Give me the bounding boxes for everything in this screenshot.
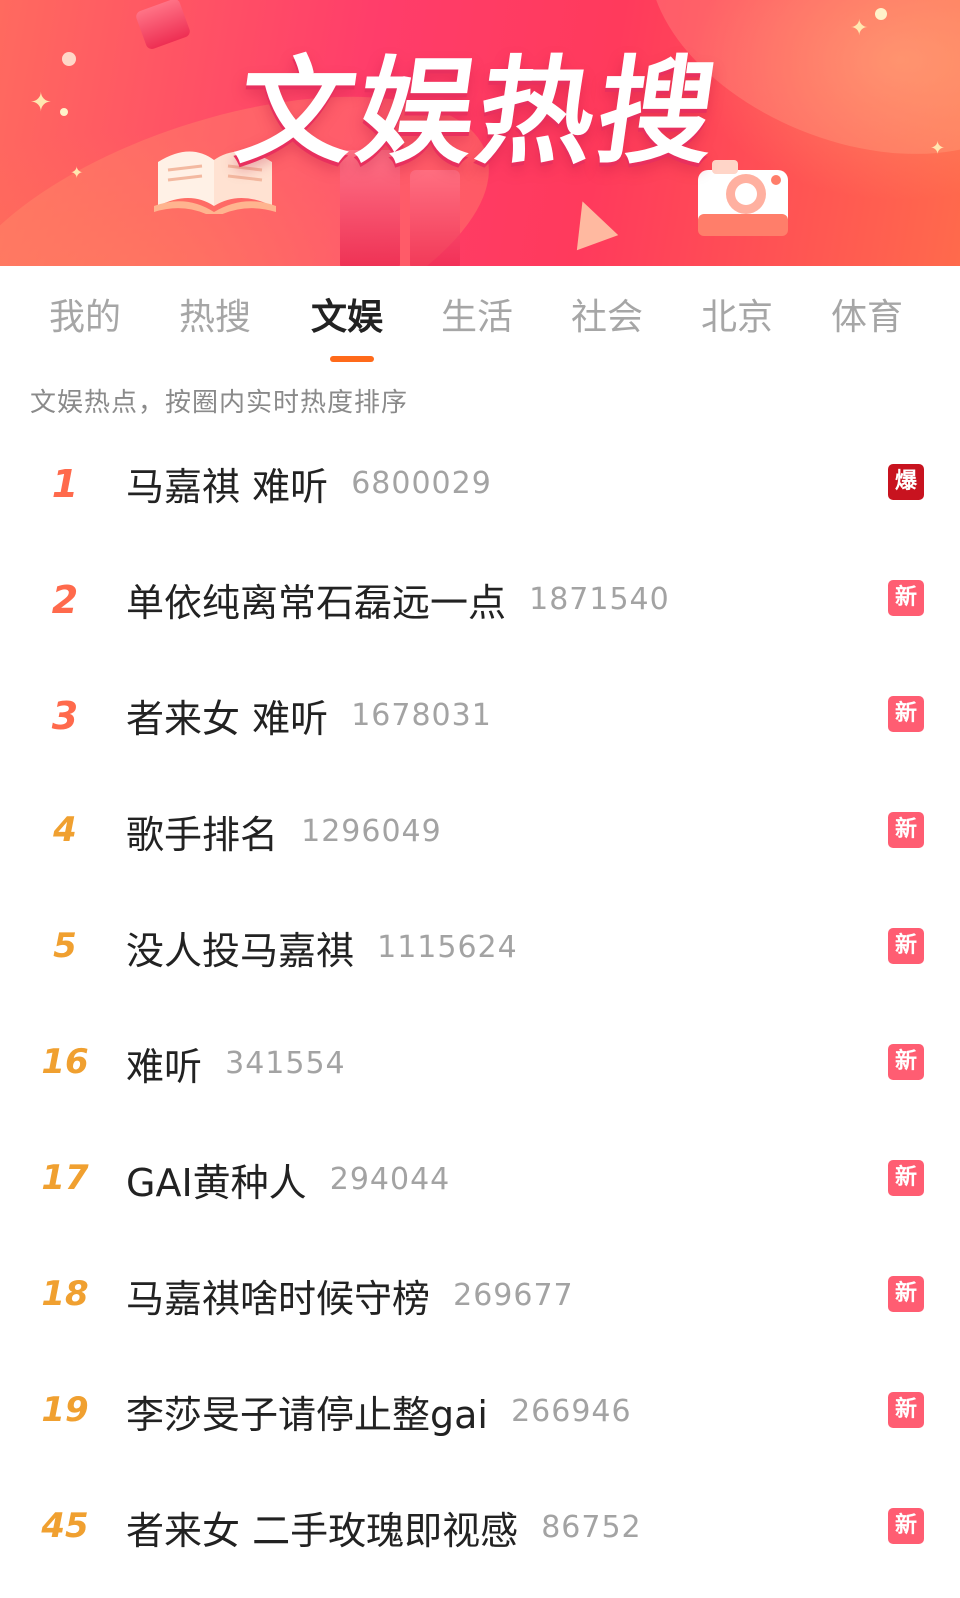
- list-item[interactable]: 2 单依纯离常石磊远一点 1871540 新: [0, 550, 960, 666]
- item-title-wrap: 者来女 难听 1678031: [126, 688, 492, 743]
- item-title-wrap: 没人投马嘉祺 1115624: [126, 920, 518, 975]
- item-title-wrap: 李莎旻子请停止整gai 266946: [126, 1384, 632, 1439]
- list-item[interactable]: 4 歌手排名 1296049 新: [0, 782, 960, 898]
- rank-number: 1: [51, 462, 79, 506]
- item-title[interactable]: 没人投马嘉祺: [126, 929, 354, 973]
- item-title[interactable]: 难听: [126, 1045, 202, 1089]
- rank-number: 19: [41, 1390, 89, 1430]
- new-badge: 新: [888, 1044, 924, 1080]
- cone-decoration: [561, 193, 619, 251]
- list-item[interactable]: 5 没人投马嘉祺 1115624 新: [0, 898, 960, 1014]
- item-title-wrap: 歌手排名 1296049: [126, 804, 442, 859]
- rank-number: 17: [41, 1158, 89, 1198]
- heat-value: 6800029: [351, 466, 492, 501]
- heat-value: 266946: [511, 1394, 632, 1429]
- heat-value: 1871540: [529, 582, 670, 617]
- new-badge: 新: [888, 580, 924, 616]
- list-item[interactable]: 19 李莎旻子请停止整gai 266946 新: [0, 1362, 960, 1478]
- active-tab-indicator: [330, 356, 374, 362]
- heat-value: 269677: [453, 1278, 574, 1313]
- rank-number: 45: [41, 1506, 89, 1546]
- item-title-wrap: GAI黄种人 294044: [126, 1152, 450, 1207]
- list-item[interactable]: 17 GAI黄种人 294044 新: [0, 1130, 960, 1246]
- item-title-wrap: 难听 341554: [126, 1036, 346, 1091]
- new-badge: 新: [888, 812, 924, 848]
- heat-value: 294044: [329, 1162, 451, 1197]
- item-title-wrap: 马嘉祺 难听 6800029: [126, 456, 492, 511]
- item-title[interactable]: 者来女 难听: [126, 697, 328, 741]
- item-title[interactable]: 歌手排名: [126, 813, 278, 857]
- item-title[interactable]: 单依纯离常石磊远一点: [126, 581, 506, 625]
- tab-mine[interactable]: 我的: [30, 288, 140, 340]
- banner-title: 文娱热搜: [229, 45, 729, 180]
- item-title[interactable]: 马嘉祺啥时候守榜: [126, 1277, 430, 1321]
- rank-number: 5: [53, 926, 77, 966]
- new-badge: 新: [888, 928, 924, 964]
- banner: ✦ ✦ ✦ ✦ 文娱热搜: [0, 0, 960, 266]
- heat-value: 1296049: [301, 814, 442, 849]
- item-title-wrap: 者来女 二手玫瑰即视感 86752: [126, 1500, 642, 1555]
- list-item[interactable]: 16 难听 341554 新: [0, 1014, 960, 1130]
- tab-society[interactable]: 社会: [552, 288, 662, 340]
- list-subtitle: 文娱热点，按圈内实时热度排序: [30, 388, 409, 418]
- new-badge: 新: [888, 1508, 924, 1544]
- new-badge: 新: [888, 1392, 924, 1428]
- heat-value: 1115624: [377, 930, 518, 965]
- heat-value: 1678031: [351, 698, 492, 733]
- heat-value: 341554: [225, 1046, 346, 1081]
- explosive-badge: 爆: [888, 464, 924, 500]
- list-item[interactable]: 45 者来女 二手玫瑰即视感 86752 新: [0, 1478, 960, 1594]
- tab-life[interactable]: 生活: [422, 288, 532, 340]
- new-badge: 新: [888, 1160, 924, 1196]
- item-title[interactable]: GAI黄种人: [126, 1161, 307, 1205]
- rank-number: 18: [41, 1274, 89, 1314]
- list-item[interactable]: 18 马嘉祺啥时候守榜 269677 新: [0, 1246, 960, 1362]
- item-title[interactable]: 者来女 二手玫瑰即视感: [126, 1509, 518, 1553]
- rank-number: 4: [53, 810, 77, 850]
- tab-beijing[interactable]: 北京: [682, 288, 792, 340]
- category-tabs: 我的 热搜 文娱 生活 社会 北京 体育: [0, 266, 960, 362]
- new-badge: 新: [888, 696, 924, 732]
- heat-value: 86752: [541, 1510, 642, 1545]
- rank-number: 16: [41, 1042, 89, 1082]
- item-title[interactable]: 马嘉祺 难听: [126, 465, 328, 509]
- item-title[interactable]: 李莎旻子请停止整gai: [126, 1393, 488, 1437]
- tab-hot-search[interactable]: 热搜: [160, 288, 270, 340]
- new-badge: 新: [888, 1276, 924, 1312]
- rank-number: 3: [51, 694, 79, 738]
- item-title-wrap: 马嘉祺啥时候守榜 269677: [126, 1268, 574, 1323]
- tab-entertainment[interactable]: 文娱: [292, 288, 402, 340]
- item-title-wrap: 单依纯离常石磊远一点 1871540: [126, 572, 670, 627]
- list-item[interactable]: 1 马嘉祺 难听 6800029 爆: [0, 434, 960, 550]
- hot-search-list: 1 马嘉祺 难听 6800029 爆 2 单依纯离常石磊远一点 1871540 …: [0, 434, 960, 1594]
- rank-number: 2: [51, 578, 79, 622]
- list-item[interactable]: 3 者来女 难听 1678031 新: [0, 666, 960, 782]
- tab-sports[interactable]: 体育: [812, 288, 922, 340]
